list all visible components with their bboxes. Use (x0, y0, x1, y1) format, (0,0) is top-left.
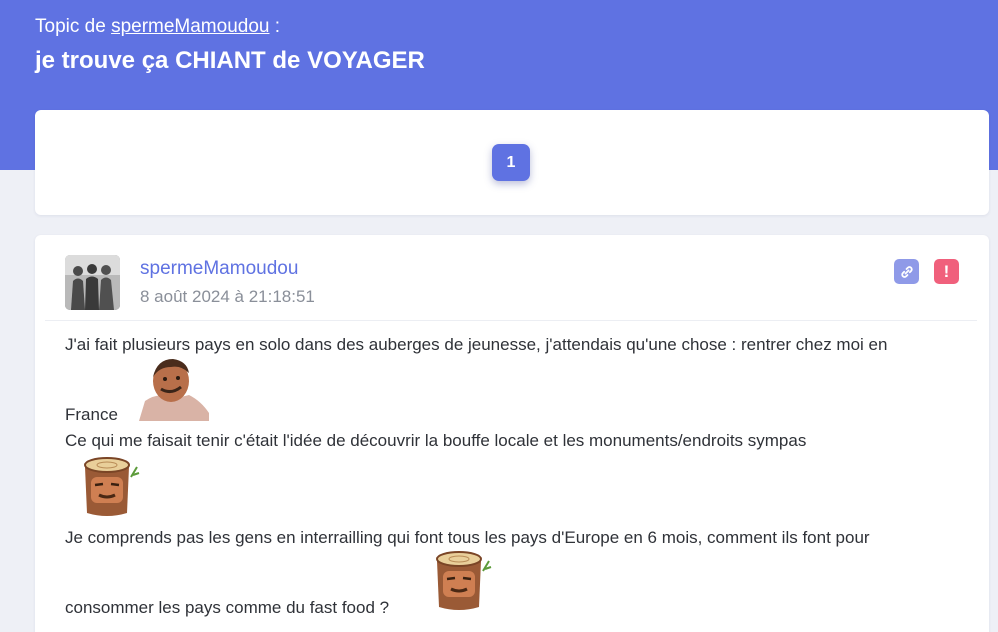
post-date[interactable]: 8 août 2024 à 21:18:51 (140, 287, 315, 307)
avatar-image (65, 255, 120, 310)
post-card: spermeMamoudou 8 août 2024 à 21:18:51 ! … (35, 235, 989, 632)
post-line-2: France (65, 405, 118, 424)
topic-byline: Topic de spermeMamoudou : (35, 16, 280, 38)
topic-author-link[interactable]: spermeMamoudou (111, 16, 269, 37)
post-line-3: Ce qui me faisait tenir c'était l'idée d… (65, 431, 807, 450)
exclamation-icon: ! (943, 261, 950, 281)
post-line-4: Je comprends pas les gens en interrailli… (65, 528, 870, 547)
page-button-1[interactable]: 1 (492, 144, 530, 181)
post-divider (45, 320, 977, 321)
permalink-button[interactable] (894, 259, 919, 284)
stump-face-sticker (77, 455, 143, 519)
stump-face-sticker (429, 549, 495, 613)
post-line-1: J'ai fait plusieurs pays en solo dans de… (65, 335, 888, 354)
laughing-man-sticker (139, 355, 209, 421)
pagination-card: 1 (35, 110, 989, 215)
report-button[interactable]: ! (934, 259, 959, 284)
topic-prefix: Topic de (35, 16, 106, 37)
post-line-5: consommer les pays comme du fast food ? (65, 598, 390, 617)
topic-suffix: : (269, 16, 281, 37)
topic-title: je trouve ça CHIANT de VOYAGER (35, 47, 425, 74)
post-author-link[interactable]: spermeMamoudou (140, 258, 298, 280)
avatar[interactable] (65, 255, 120, 310)
link-icon (900, 265, 913, 278)
